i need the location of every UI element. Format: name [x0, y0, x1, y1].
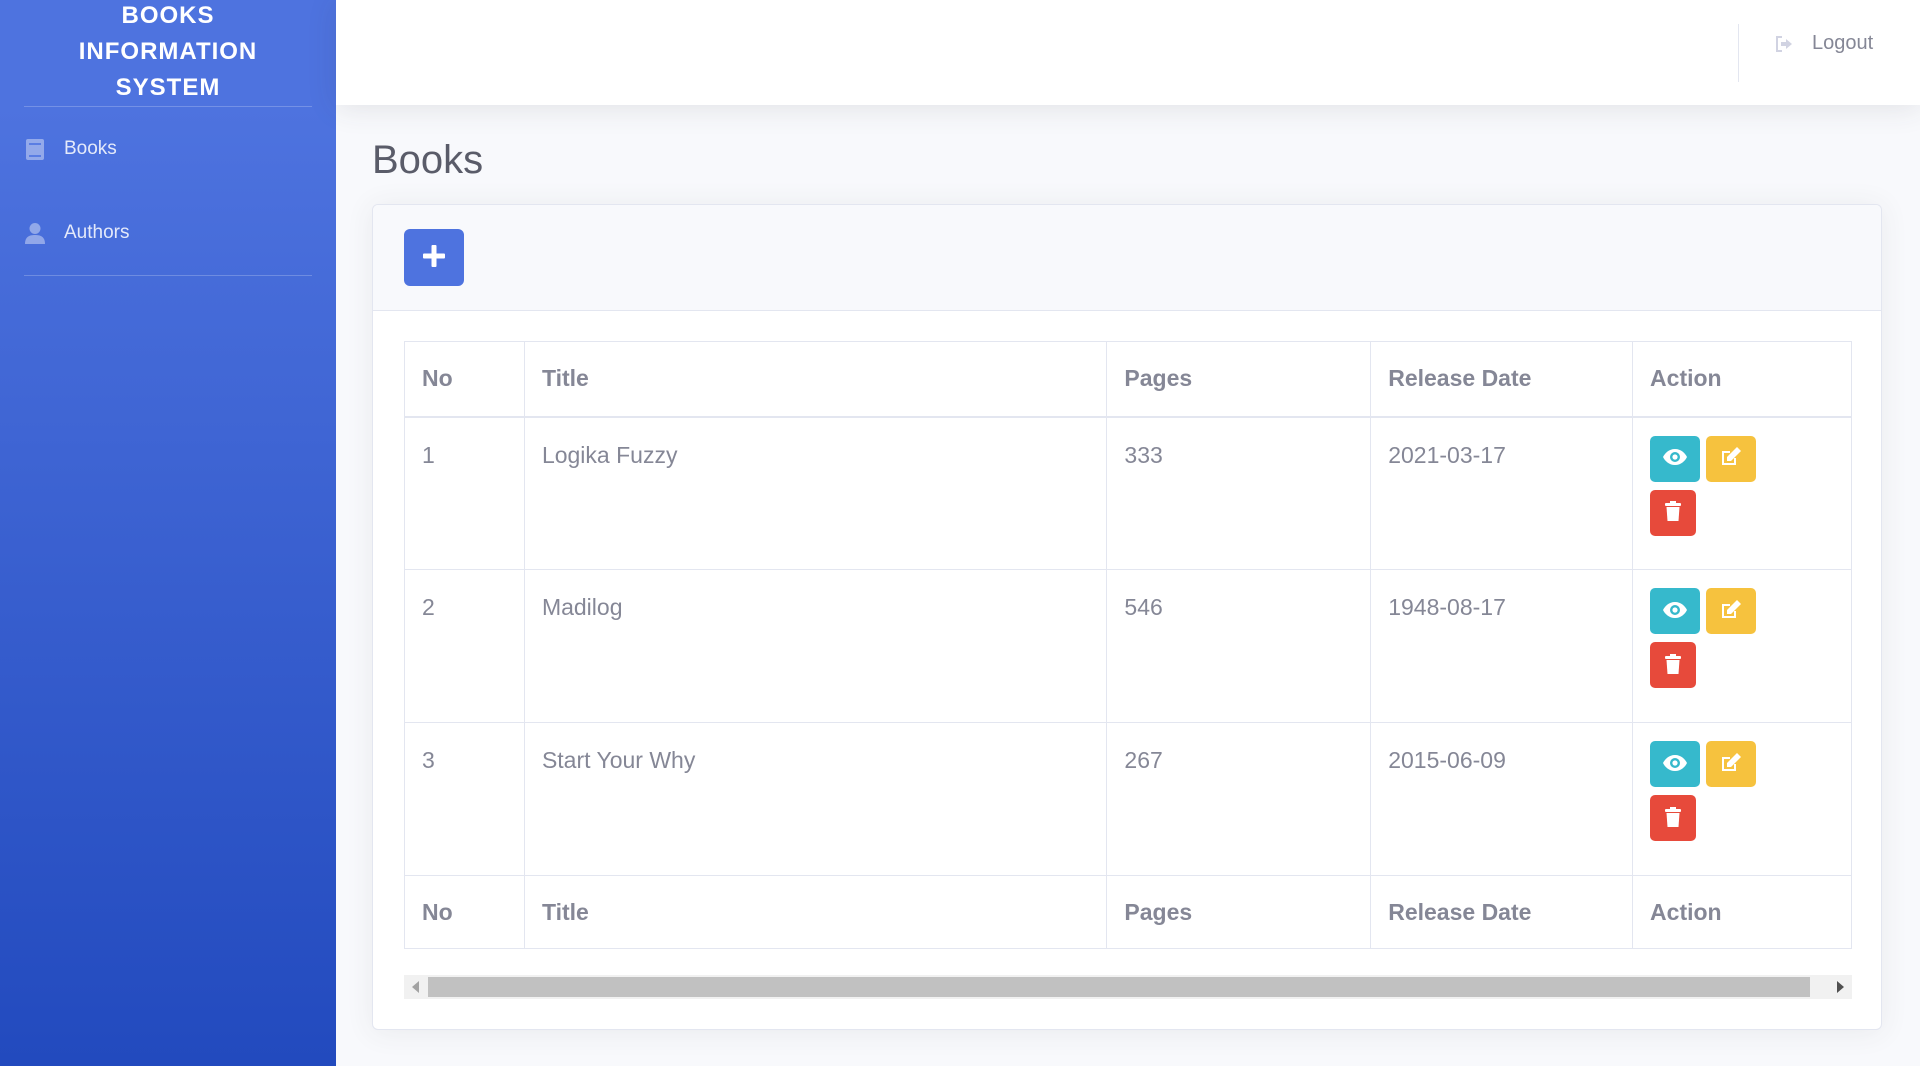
column-header-pages[interactable]: Pages	[1106, 341, 1372, 418]
cell-title: Madilog	[523, 569, 1108, 723]
books-table: No Title Pages Release Date Action 1 Log…	[404, 341, 1852, 949]
books-card: No Title Pages Release Date Action 1 Log…	[372, 204, 1882, 1030]
add-book-button[interactable]	[404, 229, 464, 286]
cell-title: Start Your Why	[523, 722, 1108, 876]
plus-icon	[423, 245, 445, 270]
column-header-release-date[interactable]: Release Date	[1370, 341, 1634, 418]
cell-pages: 267	[1106, 722, 1372, 876]
table-row: 3 Start Your Why 267 2015-06-09	[404, 722, 1852, 876]
delete-button[interactable]	[1650, 795, 1697, 841]
edit-icon	[1720, 599, 1742, 623]
cell-no: 3	[404, 722, 525, 876]
cell-pages: 333	[1106, 416, 1372, 570]
view-button[interactable]	[1650, 435, 1701, 482]
cell-release-date: 2015-06-09	[1370, 722, 1634, 876]
footer-header-action: Action	[1632, 875, 1852, 949]
edit-button[interactable]	[1706, 435, 1757, 482]
cell-action	[1632, 416, 1852, 570]
user-icon	[24, 222, 46, 244]
cell-release-date: 2021-03-17	[1370, 416, 1634, 570]
cell-pages: 546	[1106, 569, 1372, 723]
edit-button[interactable]	[1706, 588, 1757, 634]
view-button[interactable]	[1650, 588, 1701, 634]
footer-header-release-date: Release Date	[1370, 875, 1634, 949]
table-row: 1 Logika Fuzzy 333 2021-03-17	[404, 416, 1852, 570]
sign-out-icon	[1776, 35, 1794, 52]
sidebar-brand[interactable]: BOOKS INFORMATION SYSTEM	[0, 0, 336, 106]
edit-button[interactable]	[1706, 741, 1757, 787]
delete-button[interactable]	[1650, 642, 1697, 688]
column-header-no[interactable]: No	[404, 341, 525, 418]
table-header-row: No Title Pages Release Date Action	[404, 341, 1852, 418]
table-row: 2 Madilog 546 1948-08-17	[404, 569, 1852, 723]
view-button[interactable]	[1650, 741, 1701, 787]
sidebar-divider	[24, 106, 312, 107]
sidebar-item-label: Authors	[64, 222, 130, 243]
eye-icon	[1663, 601, 1688, 621]
scrollbar-thumb[interactable]	[428, 977, 1810, 997]
footer-header-title: Title	[523, 875, 1108, 949]
sidebar-item-books[interactable]: Books	[24, 138, 117, 160]
cell-no: 1	[404, 416, 525, 570]
cell-title: Logika Fuzzy	[523, 416, 1108, 570]
table-footer-row: No Title Pages Release Date Action	[404, 875, 1852, 949]
sidebar-item-label: Books	[64, 138, 117, 159]
horizontal-scrollbar[interactable]	[404, 975, 1852, 999]
cell-no: 2	[404, 569, 525, 723]
book-icon	[24, 138, 46, 160]
edit-icon	[1720, 447, 1742, 470]
logout-link[interactable]: Logout	[1776, 32, 1873, 55]
footer-header-pages: Pages	[1106, 875, 1372, 949]
logout-label: Logout	[1812, 32, 1874, 54]
brand-line-2: INFORMATION	[78, 38, 258, 65]
cell-action	[1632, 722, 1852, 876]
row-actions	[1650, 588, 1770, 688]
delete-button[interactable]	[1650, 489, 1697, 536]
trash-icon	[1665, 653, 1682, 677]
scroll-right-arrow-icon[interactable]	[1837, 981, 1844, 993]
topbar: Logout	[336, 0, 1920, 105]
trash-icon	[1665, 806, 1682, 830]
row-actions	[1650, 741, 1770, 841]
cell-release-date: 1948-08-17	[1370, 569, 1634, 723]
topbar-divider	[1738, 24, 1739, 82]
scroll-left-arrow-icon[interactable]	[412, 981, 419, 993]
brand-line-1: BOOKS	[121, 2, 215, 29]
sidebar: BOOKS INFORMATION SYSTEM Books Authors	[0, 0, 336, 1066]
card-header	[373, 205, 1881, 311]
brand-line-3: SYSTEM	[115, 74, 221, 101]
eye-icon	[1663, 449, 1688, 468]
column-header-action[interactable]: Action	[1632, 341, 1852, 418]
cell-action	[1632, 569, 1852, 723]
footer-header-no: No	[404, 875, 525, 949]
sidebar-divider	[24, 275, 312, 276]
row-actions	[1650, 435, 1770, 536]
sidebar-item-authors[interactable]: Authors	[24, 222, 129, 244]
eye-icon	[1663, 754, 1688, 774]
trash-icon	[1665, 501, 1682, 524]
edit-icon	[1720, 752, 1742, 776]
column-header-title[interactable]: Title	[523, 341, 1108, 418]
page-title: Books	[372, 138, 484, 182]
